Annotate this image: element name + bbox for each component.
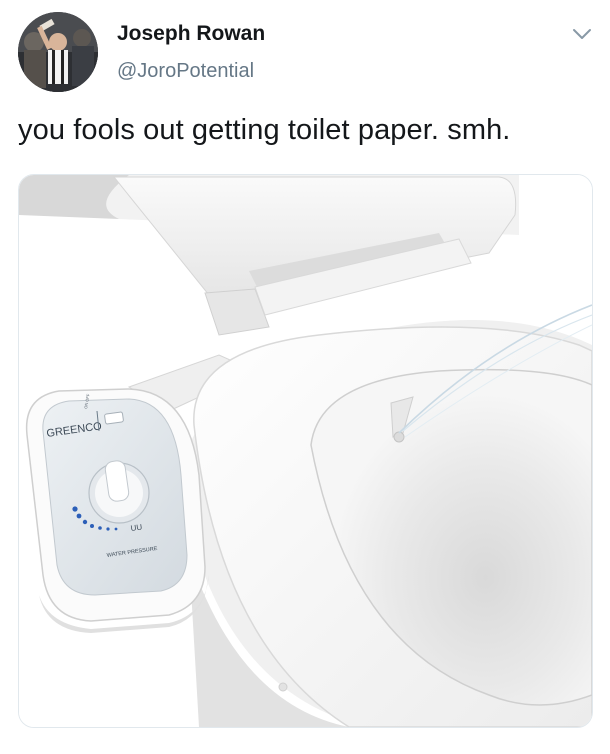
avatar[interactable]: [18, 12, 98, 92]
tweet-media[interactable]: GREENCO ON OFF UU WATER PRESSURE: [18, 174, 593, 728]
display-name[interactable]: Joseph Rowan: [117, 22, 265, 46]
symbol-label: UU: [130, 522, 143, 533]
user-handle[interactable]: @JoroPotential: [117, 60, 254, 83]
avatar-photo: [18, 12, 98, 92]
chevron-down-icon[interactable]: [570, 24, 594, 44]
tweet-text: you fools out getting toilet paper. smh.: [18, 114, 511, 146]
toilet-bidet-photo: GREENCO ON OFF UU WATER PRESSURE: [19, 175, 592, 727]
